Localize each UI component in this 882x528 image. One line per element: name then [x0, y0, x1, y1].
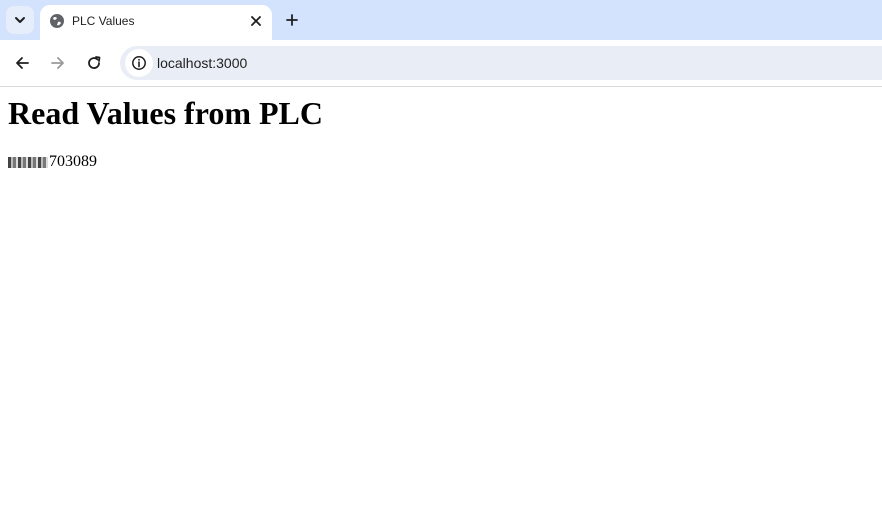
plc-value-text: 703089 [49, 153, 97, 170]
tab-title: PLC Values [72, 14, 135, 28]
page-heading: Read Values from PLC [8, 95, 323, 131]
reload-icon [88, 56, 101, 69]
plus-icon [286, 14, 298, 26]
active-tab[interactable]: PLC Values [40, 5, 272, 40]
plc-value: 703089 [8, 153, 97, 171]
address-bar[interactable]: localhost:3000 [120, 46, 882, 80]
site-info-button[interactable] [125, 49, 153, 77]
close-icon [251, 16, 261, 26]
new-tab-button[interactable] [282, 10, 302, 30]
globe-icon [50, 14, 64, 28]
forward-button[interactable] [48, 53, 68, 73]
browser-toolbar: localhost:3000 [0, 40, 882, 87]
close-tab-button[interactable] [246, 11, 266, 31]
url-text: localhost:3000 [157, 55, 248, 71]
reload-button[interactable] [84, 53, 104, 73]
forward-arrow-icon [51, 57, 64, 69]
tab-strip: PLC Values [0, 0, 882, 40]
tab-search-button[interactable] [6, 6, 34, 34]
back-arrow-icon [16, 57, 29, 69]
page-content: Read Values from PLC 703089 [0, 87, 882, 528]
chevron-down-icon [15, 17, 25, 23]
redacted-text [8, 156, 48, 168]
back-button[interactable] [12, 53, 32, 73]
info-icon [132, 56, 146, 70]
